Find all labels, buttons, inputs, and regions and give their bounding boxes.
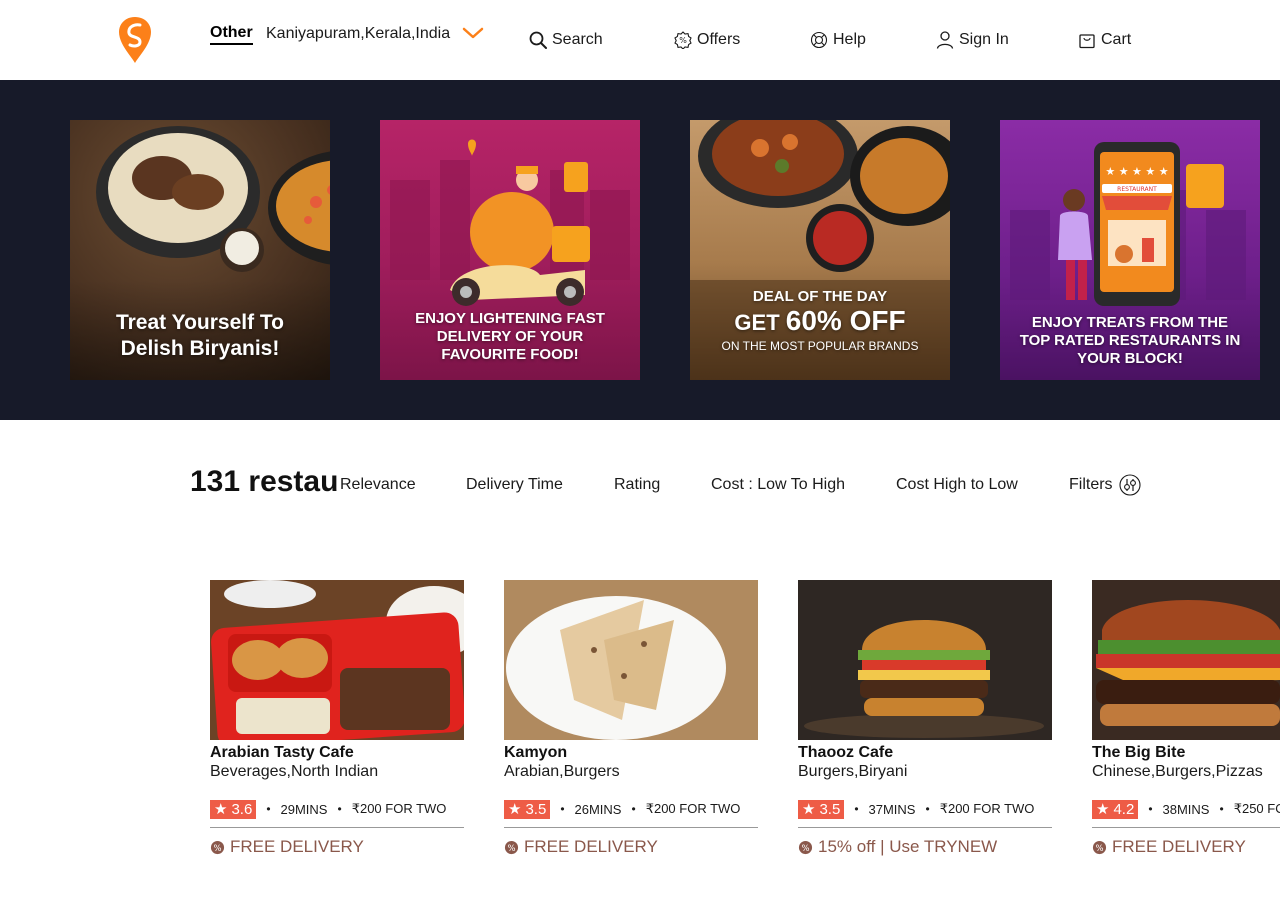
divider	[504, 827, 758, 828]
nav-cart[interactable]: Cart	[1078, 28, 1131, 52]
offer-badge-icon: %	[210, 840, 225, 854]
offer-badge-icon: %	[1092, 840, 1107, 854]
restaurant-meta: ★ 3.5 • 26MINS • ₹200 FOR TWO	[504, 799, 758, 819]
offer-line: % 15% off | Use TRYNEW	[798, 837, 1052, 857]
filters-icon[interactable]	[1119, 474, 1141, 496]
restaurant-cuisines: Burgers,Biryani	[798, 763, 908, 780]
restaurant-cuisines: Arabian,Burgers	[504, 763, 620, 780]
banner-card-top-rated[interactable]: ★ ★ ★ ★ ★ RESTAURANT ENJOY TREATS FROM T…	[1000, 120, 1260, 380]
banner-card-fast-delivery[interactable]: ENJOY LIGHTENING FAST DELIVERY OF YOUR F…	[380, 120, 640, 380]
cost-for-two: ₹200 FOR TWO	[351, 801, 447, 816]
star-icon: ★	[802, 801, 816, 818]
nav-sign-in[interactable]: Sign In	[936, 28, 1009, 52]
star-icon: ★	[214, 801, 228, 818]
svg-text:%: %	[1095, 842, 1103, 852]
restaurant-card[interactable]: The Big Bite Chinese,Burgers,Pizzas ★ 4.2…	[1092, 580, 1280, 857]
cost-for-two: ₹250 FOR TWO	[1233, 801, 1280, 816]
user-icon	[936, 31, 954, 49]
sort-option-cost-high-low[interactable]: Cost High to Low	[896, 476, 1018, 494]
nav-sign-in-label: Sign In	[959, 31, 1009, 48]
location-address[interactable]: Kaniyapuram,Kerala,India	[266, 25, 450, 43]
restaurant-count-heading: 131 restaurants	[190, 465, 340, 498]
restaurant-card[interactable]: Arabian Tasty Cafe Beverages,North India…	[210, 580, 464, 857]
svg-text:★ ★ ★ ★ ★: ★ ★ ★ ★ ★	[1105, 165, 1168, 178]
restaurant-name: Arabian Tasty Cafe	[210, 744, 354, 761]
restaurant-image	[1092, 580, 1280, 740]
offer-line: % FREE DELIVERY	[504, 837, 758, 857]
svg-text:%: %	[507, 842, 515, 852]
rating-badge: ★ 3.6	[210, 799, 257, 819]
top-header: Other Kaniyapuram,Kerala,India Search % …	[0, 0, 1280, 80]
restaurant-name: Kamyon	[504, 744, 568, 761]
restaurant-card[interactable]: Kamyon Arabian,Burgers ★ 3.5 • 26MINS • ₹…	[504, 580, 758, 857]
banner-caption: ENJOY TREATS FROM THE TOP RATED RESTAURA…	[1019, 314, 1241, 367]
shawarma-roll-image	[504, 580, 758, 740]
cost-for-two: ₹200 FOR TWO	[645, 801, 741, 816]
svg-text:%: %	[213, 842, 221, 852]
delivery-time: 38MINS	[1162, 801, 1210, 817]
restaurant-name: Thaooz Cafe	[798, 744, 894, 761]
delivery-time: 29MINS	[280, 801, 328, 817]
offer-badge-icon: %	[798, 840, 813, 854]
nav-cart-label: Cart	[1101, 31, 1132, 48]
cart-bag-icon	[1079, 34, 1095, 49]
offer-badge-icon: %	[504, 840, 519, 854]
rating-badge: ★ 4.2	[1092, 799, 1139, 819]
burger-image	[798, 580, 1052, 740]
rating-badge: ★ 3.5	[798, 799, 845, 819]
offers-badge-icon: %	[674, 31, 692, 49]
svg-text:%: %	[679, 36, 687, 45]
restaurant-card[interactable]: Thaooz Cafe Burgers,Biryani ★ 3.5 • 37MIN…	[798, 580, 1052, 857]
nav-help[interactable]: Help	[810, 28, 866, 52]
divider	[1092, 827, 1280, 828]
location-type-label[interactable]: Other	[210, 24, 253, 45]
offers-banner-carousel: Treat Yourself To Delish Biryanis! ENJOY…	[0, 80, 1280, 420]
filters-button[interactable]: Filters	[1069, 476, 1113, 494]
banner-caption: DEAL OF THE DAY GET 60% OFF ON THE MOST …	[721, 288, 919, 353]
sort-option-rating[interactable]: Rating	[614, 476, 660, 494]
restaurant-meta: ★ 3.6 • 29MINS • ₹200 FOR TWO	[210, 799, 464, 819]
sort-option-cost-low-high[interactable]: Cost : Low To High	[711, 476, 845, 494]
restaurant-image	[798, 580, 1052, 740]
chevron-down-icon[interactable]	[462, 26, 484, 40]
delivery-time: 37MINS	[868, 801, 916, 817]
loaded-burger-image	[1092, 580, 1280, 740]
cost-for-two: ₹200 FOR TWO	[939, 801, 1035, 816]
nav-help-label: Help	[833, 31, 866, 48]
nav-offers-label: Offers	[697, 31, 741, 48]
restaurant-meta: ★ 3.5 • 37MINS • ₹200 FOR TWO	[798, 799, 1052, 819]
svg-text:RESTAURANT: RESTAURANT	[1117, 186, 1157, 193]
swiggy-logo-icon[interactable]	[118, 16, 152, 64]
help-lifebuoy-icon	[810, 31, 828, 49]
offer-line: % FREE DELIVERY	[1092, 837, 1280, 857]
offer-line: % FREE DELIVERY	[210, 837, 464, 857]
banner-card-biryani[interactable]: Treat Yourself To Delish Biryanis!	[70, 120, 330, 380]
search-icon	[529, 31, 547, 49]
restaurant-image	[210, 580, 464, 740]
divider	[798, 827, 1052, 828]
sort-option-relevance[interactable]: Relevance	[340, 476, 416, 494]
banner-card-deal-of-day[interactable]: DEAL OF THE DAY GET 60% OFF ON THE MOST …	[690, 120, 950, 380]
nav-search[interactable]: Search	[529, 28, 603, 52]
star-icon: ★	[508, 801, 522, 818]
svg-text:%: %	[801, 842, 809, 852]
restaurant-cuisines: Chinese,Burgers,Pizzas	[1092, 763, 1263, 780]
restaurant-name: The Big Bite	[1092, 744, 1186, 761]
banner-caption: ENJOY LIGHTENING FAST DELIVERY OF YOUR F…	[415, 310, 605, 363]
banner-caption: Treat Yourself To Delish Biryanis!	[115, 311, 285, 360]
sort-option-delivery-time[interactable]: Delivery Time	[466, 476, 563, 494]
nav-offers[interactable]: % Offers	[674, 28, 740, 52]
restaurant-cuisines: Beverages,North Indian	[210, 763, 379, 780]
pav-bhaji-image	[210, 580, 464, 740]
restaurant-meta: ★4.2 • 38MINS • ₹250 FOR TWO	[1092, 799, 1280, 819]
delivery-time: 26MINS	[574, 801, 622, 817]
nav-search-label: Search	[552, 31, 603, 48]
star-icon: ★	[1096, 801, 1110, 818]
divider	[210, 827, 464, 828]
restaurant-image	[504, 580, 758, 740]
rating-badge: ★ 3.5	[504, 799, 551, 819]
